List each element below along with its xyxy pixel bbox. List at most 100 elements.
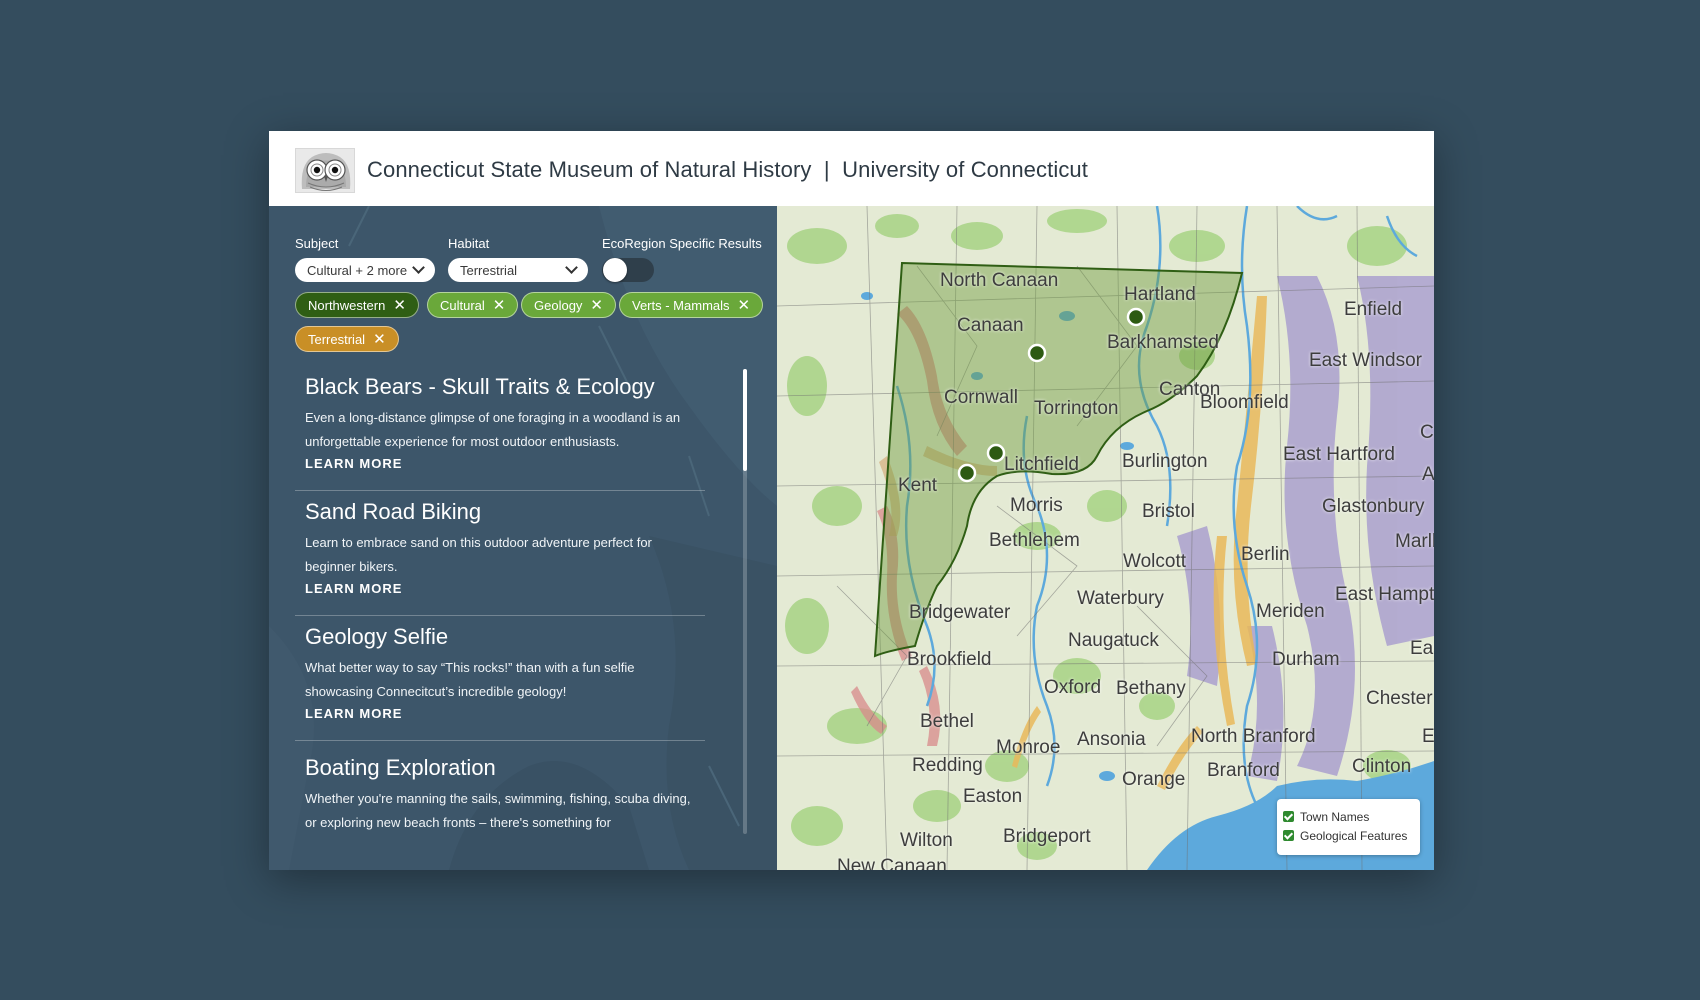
page-title: Connecticut State Museum of Natural Hist… [367, 157, 1088, 182]
chip-cultural[interactable]: Cultural ✕ [427, 292, 519, 318]
town-label: East Hartford [1283, 444, 1395, 465]
habitat-select[interactable]: Terrestrial [448, 258, 588, 282]
list-item: Geology Selfie What better way to say “T… [295, 624, 705, 721]
result-title: Boating Exploration [305, 755, 496, 780]
divider [295, 490, 705, 491]
chip-label: Terrestrial [308, 331, 366, 347]
town-label: Kent [898, 475, 938, 496]
chip-verts-mammals[interactable]: Verts - Mammals ✕ [619, 292, 764, 318]
town-label: East [1410, 638, 1434, 659]
town-label: Easton [963, 786, 1023, 807]
result-description: Learn to embrace sand on this outdoor ad… [305, 535, 652, 574]
town-label: Durham [1272, 649, 1340, 670]
ecoregion-label: EcoRegion Specific Results [602, 236, 762, 251]
list-item: Black Bears - Skull Traits & Ecology Eve… [295, 374, 705, 471]
town-label: Marlbor [1395, 531, 1434, 552]
close-icon[interactable]: ✕ [738, 298, 751, 313]
result-description: What better way to say “This rocks!” tha… [305, 660, 635, 699]
town-label: Berlin [1241, 544, 1290, 565]
chip-label: Northwestern [308, 297, 386, 313]
app-window: Connecticut State Museum of Natural Hist… [269, 131, 1434, 870]
town-label: Ansonia [1077, 729, 1146, 750]
town-label: Litchfield [1004, 454, 1079, 475]
scrollbar-thumb[interactable] [743, 369, 747, 471]
legend-label: Geological Features [1300, 828, 1408, 843]
chip-northwestern[interactable]: Northwestern ✕ [295, 292, 419, 318]
town-label: E [1422, 726, 1434, 747]
town-label: Bethel [920, 711, 974, 732]
result-title: Sand Road Biking [305, 499, 482, 524]
town-label: Bristol [1142, 501, 1195, 522]
town-label: Enfield [1344, 299, 1403, 320]
town-label: Redding [912, 755, 983, 776]
results-list: Black Bears - Skull Traits & Ecology Eve… [295, 366, 705, 870]
chip-geology[interactable]: Geology ✕ [521, 292, 616, 318]
chip-label: Verts - Mammals [632, 297, 730, 313]
town-label: Monroe [996, 737, 1061, 758]
town-label: Cornwall [944, 387, 1018, 408]
map-view[interactable]: North Canaan Hartland Enfield Canaan Bar… [777, 206, 1434, 870]
results-panel: Subject Cultural + 2 more Habitat Terres… [269, 206, 777, 870]
chip-terrestrial[interactable]: Terrestrial ✕ [295, 326, 399, 352]
map-legend: Town Names Geological Features [1277, 799, 1420, 855]
chip-label: Geology [534, 297, 583, 313]
close-icon[interactable]: ✕ [393, 298, 406, 313]
subject-select[interactable]: Cultural + 2 more [295, 258, 435, 282]
list-item: Sand Road Biking Learn to embrace sand o… [295, 499, 705, 596]
town-label: Canaan [957, 315, 1024, 336]
divider [295, 740, 705, 741]
legend-label: Town Names [1300, 809, 1370, 824]
result-description: Whether you're manning the sails, swimmi… [305, 791, 691, 830]
town-label: Bloomfield [1200, 392, 1289, 413]
town-label: Burlington [1122, 451, 1208, 472]
close-icon[interactable]: ✕ [373, 332, 386, 347]
town-label: Clinton [1352, 756, 1412, 777]
legend-town-names[interactable]: Town Names [1283, 807, 1414, 826]
learn-more-link[interactable]: LEARN MORE [305, 706, 705, 721]
result-title: Black Bears - Skull Traits & Ecology [305, 374, 655, 399]
subject-label: Subject [295, 236, 339, 251]
town-label: A [1422, 464, 1434, 485]
close-icon[interactable]: ✕ [590, 298, 603, 313]
town-label: Morris [1010, 495, 1063, 516]
town-label: Waterbury [1077, 588, 1164, 609]
subject-value: Cultural + 2 more [307, 262, 408, 278]
town-label: Glastonbury [1322, 496, 1425, 517]
town-label: New Canaan [837, 856, 947, 870]
town-label: Brookfield [907, 649, 992, 670]
owl-logo[interactable] [295, 148, 355, 193]
habitat-label: Habitat [448, 236, 490, 251]
checkbox-checked-icon[interactable] [1283, 811, 1294, 822]
town-label: C [1420, 422, 1434, 443]
town-label: Chester [1366, 688, 1433, 709]
list-item: Boating Exploration Whether you're manni… [295, 755, 705, 835]
result-description: Even a long-distance glimpse of one fora… [305, 410, 681, 449]
learn-more-link[interactable]: LEARN MORE [305, 456, 705, 471]
town-label: Bethlehem [989, 530, 1080, 551]
checkbox-checked-icon[interactable] [1283, 830, 1294, 841]
habitat-value: Terrestrial [460, 262, 518, 278]
town-label: Wolcott [1123, 551, 1187, 572]
town-label: Wilton [900, 830, 953, 851]
town-label: Torrington [1034, 398, 1119, 419]
town-label: Branford [1207, 760, 1280, 781]
town-label: Bridgeport [1003, 826, 1091, 847]
map-canvas[interactable] [777, 206, 1434, 870]
site-header: Connecticut State Museum of Natural Hist… [269, 131, 1434, 206]
close-icon[interactable]: ✕ [493, 298, 506, 313]
town-label: Oxford [1044, 677, 1102, 698]
town-label: Orange [1122, 769, 1186, 790]
legend-geological-features[interactable]: Geological Features [1283, 826, 1414, 845]
divider [295, 615, 705, 616]
learn-more-link[interactable]: LEARN MORE [305, 581, 705, 596]
town-label: East Hampt [1335, 584, 1434, 605]
result-title: Geology Selfie [305, 624, 449, 649]
town-label: Meriden [1256, 601, 1325, 622]
ecoregion-toggle[interactable] [602, 258, 654, 282]
scrollbar[interactable] [743, 369, 747, 834]
chip-label: Cultural [440, 297, 485, 313]
town-label: Hartland [1124, 284, 1196, 305]
town-label: North Canaan [940, 270, 1059, 291]
town-label: Bridgewater [909, 602, 1011, 623]
town-label: North Branford [1191, 726, 1316, 747]
